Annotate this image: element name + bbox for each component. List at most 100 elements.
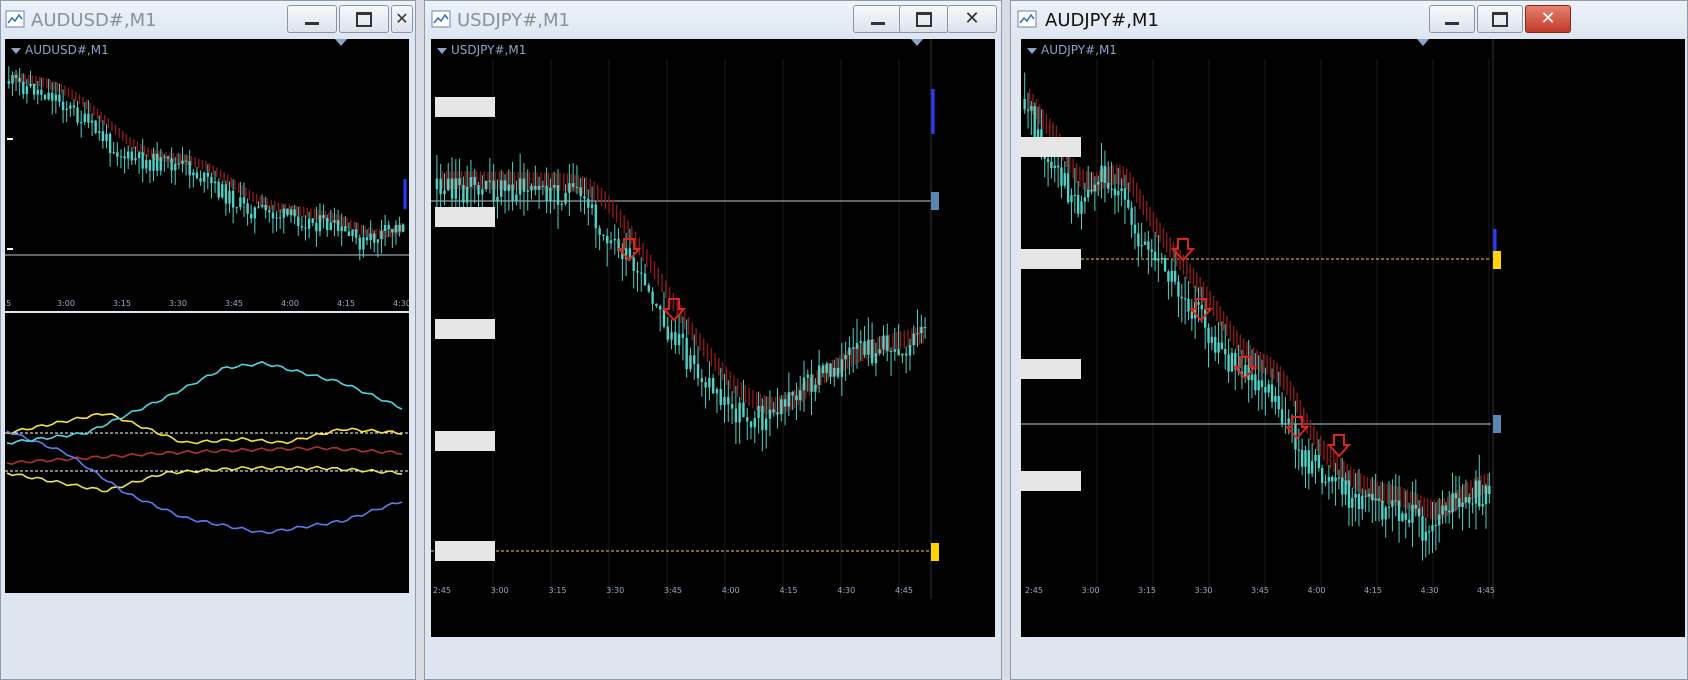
candle-body [322, 215, 325, 218]
candle-body [806, 374, 809, 378]
chart-window-audusd[interactable]: AUDUSD#,M1 ✕ AUDUSD#,M1 45 3:00 3:15 3:30 3:… [0, 0, 416, 680]
close-icon: ✕ [1540, 8, 1556, 29]
candle-body [1130, 207, 1133, 225]
candle-body [1123, 188, 1127, 200]
candle-body [810, 374, 813, 392]
chart-window-audjpy[interactable]: AUDJPY#,M1 ✕ AUDJPY#,M1 2:45 3:00 3:15 3:30… [1010, 0, 1688, 680]
candle-body [1267, 384, 1270, 393]
candle-body [772, 409, 775, 413]
candle-body [1177, 281, 1180, 297]
candle-body [454, 178, 458, 199]
candle-body [1414, 504, 1417, 509]
close-button[interactable]: ✕ [947, 5, 997, 33]
candle-body [79, 122, 83, 124]
candle-body [594, 204, 598, 229]
candle-body [477, 184, 480, 195]
minimize-button[interactable] [1429, 5, 1475, 33]
candle-body [727, 396, 730, 405]
maximize-icon [916, 11, 932, 27]
candle-body [246, 203, 249, 214]
candle-body [897, 349, 900, 356]
candle-body [696, 363, 700, 379]
candle-body [1314, 454, 1317, 461]
candle-body [1076, 195, 1080, 214]
candle-body [1300, 449, 1304, 467]
candle-body [852, 347, 855, 349]
price-chart[interactable]: AUDJPY#,M1 2:45 3:00 3:15 3:30 3:45 4:00 4:15 4… [1021, 39, 1685, 637]
title-bar[interactable]: AUDUSD#,M1 ✕ [1, 1, 415, 39]
candle-body [613, 238, 616, 241]
candle-body [1317, 454, 1321, 469]
currency-strength-indicator[interactable] [5, 313, 409, 593]
candle-body [867, 339, 870, 355]
candle-body [583, 196, 586, 199]
candle-body [1307, 450, 1311, 474]
candle-body [1150, 249, 1153, 252]
candle-body [98, 131, 101, 133]
candle-body [105, 133, 108, 142]
candle-body [530, 185, 533, 191]
candle-body [651, 291, 654, 304]
title-bar[interactable]: USDJPY#,M1 ✕ [425, 1, 1001, 39]
close-icon: ✕ [964, 8, 980, 29]
maximize-button[interactable] [339, 5, 389, 33]
candle-body [1214, 336, 1217, 353]
minimize-button[interactable] [853, 5, 903, 33]
price-chart[interactable]: USDJPY#,M1 2:45 3:00 3:15 3:30 3:45 4:00 4:15 4… [431, 39, 995, 637]
candle-body [1090, 189, 1093, 192]
close-button[interactable]: ✕ [391, 5, 413, 33]
time-tick: 4:45 [895, 586, 913, 595]
candle-body [1471, 503, 1474, 505]
candle-body [1451, 493, 1454, 513]
candle-body [1337, 477, 1341, 479]
chart-window-usdjpy[interactable]: USDJPY#,M1 ✕ USDJPY#,M1 2:45 3:00 3:15 3:30… [424, 0, 1002, 680]
time-tick: 4:00 [281, 299, 299, 308]
price-chart[interactable]: AUDUSD#,M1 453:003:153:303:454:004:154:3… [5, 39, 409, 311]
candle-body [1334, 477, 1337, 482]
candle-body [394, 224, 398, 233]
window-title: USDJPY#,M1 [457, 10, 571, 31]
candle-body [568, 183, 571, 193]
close-button[interactable]: ✕ [1525, 5, 1571, 33]
candle-body [889, 351, 893, 353]
candle-body [1083, 197, 1087, 202]
candle-body [304, 227, 307, 229]
maximize-button[interactable] [1477, 5, 1523, 33]
candle-body [1133, 224, 1137, 234]
candle-body [481, 189, 484, 195]
candle-body [1203, 309, 1207, 328]
candle-body [1026, 109, 1030, 111]
candle-body [893, 349, 897, 352]
maximize-button[interactable] [899, 5, 949, 33]
candle-body [152, 153, 155, 171]
candle-body [1434, 524, 1438, 526]
candle-body [515, 194, 518, 201]
minimize-button[interactable] [287, 5, 337, 33]
candle-body [192, 172, 195, 176]
candle-body [1437, 514, 1441, 526]
candle-body [1103, 165, 1107, 183]
level-price-marker [931, 543, 939, 561]
maximize-icon [1492, 11, 1508, 27]
candle-body [469, 176, 473, 187]
level-label [1021, 137, 1081, 157]
title-bar[interactable]: AUDJPY#,M1 ✕ [1011, 1, 1687, 39]
candle-body [1210, 336, 1214, 343]
candle-body [1421, 516, 1424, 541]
candle-body [764, 418, 768, 431]
candle-body [443, 190, 446, 195]
candle-body [72, 105, 76, 108]
candle-body [1113, 188, 1117, 196]
candle-body [473, 176, 476, 185]
candle-body [1277, 396, 1280, 410]
candle-body [1217, 342, 1220, 353]
candle-body [640, 272, 643, 274]
candle-body [1050, 161, 1053, 168]
candle-body [1488, 485, 1491, 495]
level-label [1021, 249, 1081, 269]
time-tick: 4:15 [337, 299, 355, 308]
candle-body [863, 341, 866, 355]
candle-body [1468, 497, 1471, 504]
candle-body [40, 89, 43, 95]
candle-body [336, 220, 340, 231]
